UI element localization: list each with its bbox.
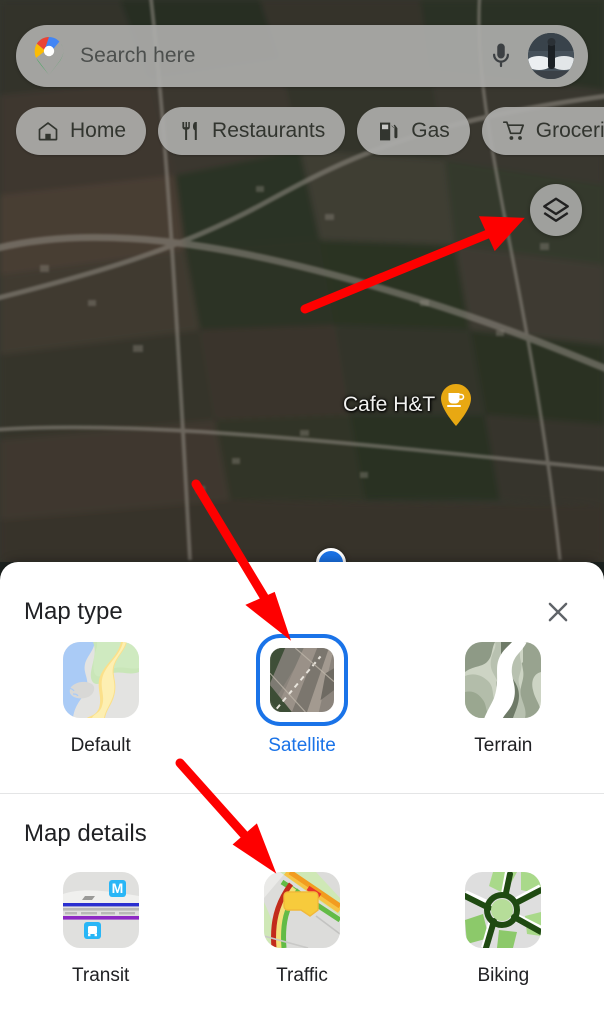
map-details-options: M Transit Traffic Biking [0,868,604,987]
sheet-divider [0,793,604,794]
chip-label: Groceries [535,119,604,142]
layers-icon [543,197,569,222]
thumb-wrap[interactable] [260,868,344,952]
terrain-map-thumbnail-icon [465,642,542,718]
thumb-wrap[interactable] [59,638,143,722]
avatar-photo [528,33,574,79]
transit-thumbnail-icon: M [62,872,139,948]
map-detail-label: Traffic [276,965,328,986]
poi-label: Cafe H&T [343,393,436,416]
satellite-map-thumbnail-icon [267,646,336,714]
map-detail-biking[interactable]: Biking [403,868,604,987]
quick-filter-chips: Home Restaurants Gas Groceries [16,107,604,155]
map-detail-label: Biking [477,965,530,986]
search-input[interactable]: Search here [80,44,486,68]
chip-groceries[interactable]: Groceries [481,107,604,155]
map-type-label: Satellite [268,735,336,756]
chip-label: Gas [411,119,450,142]
map-type-options: Default Satellite Terrain [0,638,604,757]
map-detail-traffic[interactable]: Traffic [201,868,402,987]
thumb-wrap-selected[interactable] [260,638,344,722]
gas-pump-icon [380,122,398,141]
chip-label: Home [70,119,127,142]
chip-gas[interactable]: Gas [357,107,470,155]
map-type-title: Map type [24,598,123,625]
microphone-icon[interactable] [486,41,516,71]
thumb-wrap[interactable] [461,868,545,952]
thumb-wrap[interactable]: M [59,868,143,952]
poi-cafe-marker[interactable]: Cafe H&T [343,383,473,427]
map-type-label: Default [70,735,131,756]
traffic-thumbnail-icon [263,872,340,948]
biking-thumbnail-icon [465,872,542,948]
map-type-label: Terrain [474,735,533,756]
map-detail-transit[interactable]: M Transit [0,868,201,987]
map-type-satellite[interactable]: Satellite [201,638,402,757]
map-details-title: Map details [24,820,147,847]
map-type-terrain[interactable]: Terrain [403,638,604,757]
chip-label: Restaurants [212,119,326,142]
svg-text:M: M [111,880,123,896]
chip-home[interactable]: Home [16,107,147,155]
close-icon [548,602,568,622]
home-icon [38,122,58,141]
map-type-default[interactable]: Default [0,638,201,757]
thumb-wrap[interactable] [461,638,545,722]
shopping-cart-icon [502,121,524,140]
map-detail-label: Transit [71,965,130,986]
coffee-cup-pin-icon[interactable] [439,383,473,427]
google-maps-pin-logo-icon [34,37,64,75]
layers-button[interactable] [530,184,582,236]
maps-app-screen: Cafe H&T Search here Home Restaurants Ga… [0,0,604,1024]
avatar[interactable] [528,33,574,79]
close-button[interactable] [534,588,582,636]
chip-restaurants[interactable]: Restaurants [158,107,346,155]
restaurant-fork-knife-icon [182,122,197,140]
default-map-thumbnail-icon [62,642,139,718]
map-type-bottom-sheet: Map type Default Satellite Terrain Map d… [0,562,604,1024]
search-bar[interactable]: Search here [16,25,588,87]
